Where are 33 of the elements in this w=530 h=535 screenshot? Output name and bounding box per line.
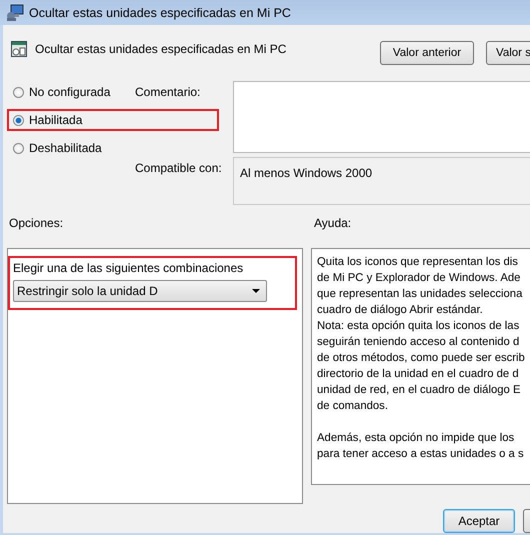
help-label: Ayuda:	[314, 216, 352, 230]
options-prompt: Elegir una de las siguientes combinaciones	[13, 261, 244, 275]
radio-label[interactable]: No configurada	[29, 85, 110, 99]
caret-icon	[252, 289, 260, 293]
help-text: Quita los iconos que representan los dis	[317, 255, 519, 270]
policy-icon	[11, 41, 27, 57]
radio-button[interactable]	[13, 86, 24, 98]
radio-button[interactable]	[13, 142, 24, 154]
help-text: de otros métodos, como puede ser escrib	[317, 351, 526, 366]
help-text: para tener acceso a estas unidades o a s	[317, 447, 525, 462]
help-text: directorio de la unidad en el cuadro de d	[317, 367, 520, 382]
window-title: Ocultar estas unidades especificadas en Mi PC	[29, 6, 291, 20]
options-label: Opciones:	[9, 216, 64, 230]
comment-label: Comentario:	[135, 84, 202, 101]
help-text: de Mi PC y Explorador de Windows. Ade	[317, 271, 522, 286]
nav-button[interactable]: Valor anterior	[380, 41, 474, 65]
drive-dropdown[interactable]: Restringir solo la unidad D	[13, 280, 267, 302]
radio-label[interactable]: Deshabilitada	[29, 141, 102, 155]
help-text: que representan las unidades selecciona	[317, 287, 524, 302]
radio-label[interactable]: Habilitada	[29, 113, 82, 127]
supported-field: Al menos Windows 2000	[233, 157, 530, 205]
dialog-button[interactable]: Aceptar	[443, 509, 515, 533]
comment-field[interactable]	[233, 81, 530, 153]
computer-icon	[6, 4, 24, 22]
policy-title: Ocultar estas unidades especificadas en Mi PC	[35, 42, 288, 56]
help-text: de comandos.	[317, 399, 389, 414]
help-text: Nota: esta opción quita los iconos de las	[317, 319, 520, 334]
help-text: unidad de red, en el cuadro de diálogo E	[317, 383, 522, 398]
help-text: seguirán teniendo acceso al contenido d	[317, 335, 520, 350]
supported-label: Compatible con:	[135, 160, 223, 177]
help-text: cuadro de diálogo Abrir estándar.	[317, 303, 484, 318]
radio-button[interactable]	[13, 114, 24, 126]
help-text: Además, esta opción no impide que los	[317, 431, 516, 446]
